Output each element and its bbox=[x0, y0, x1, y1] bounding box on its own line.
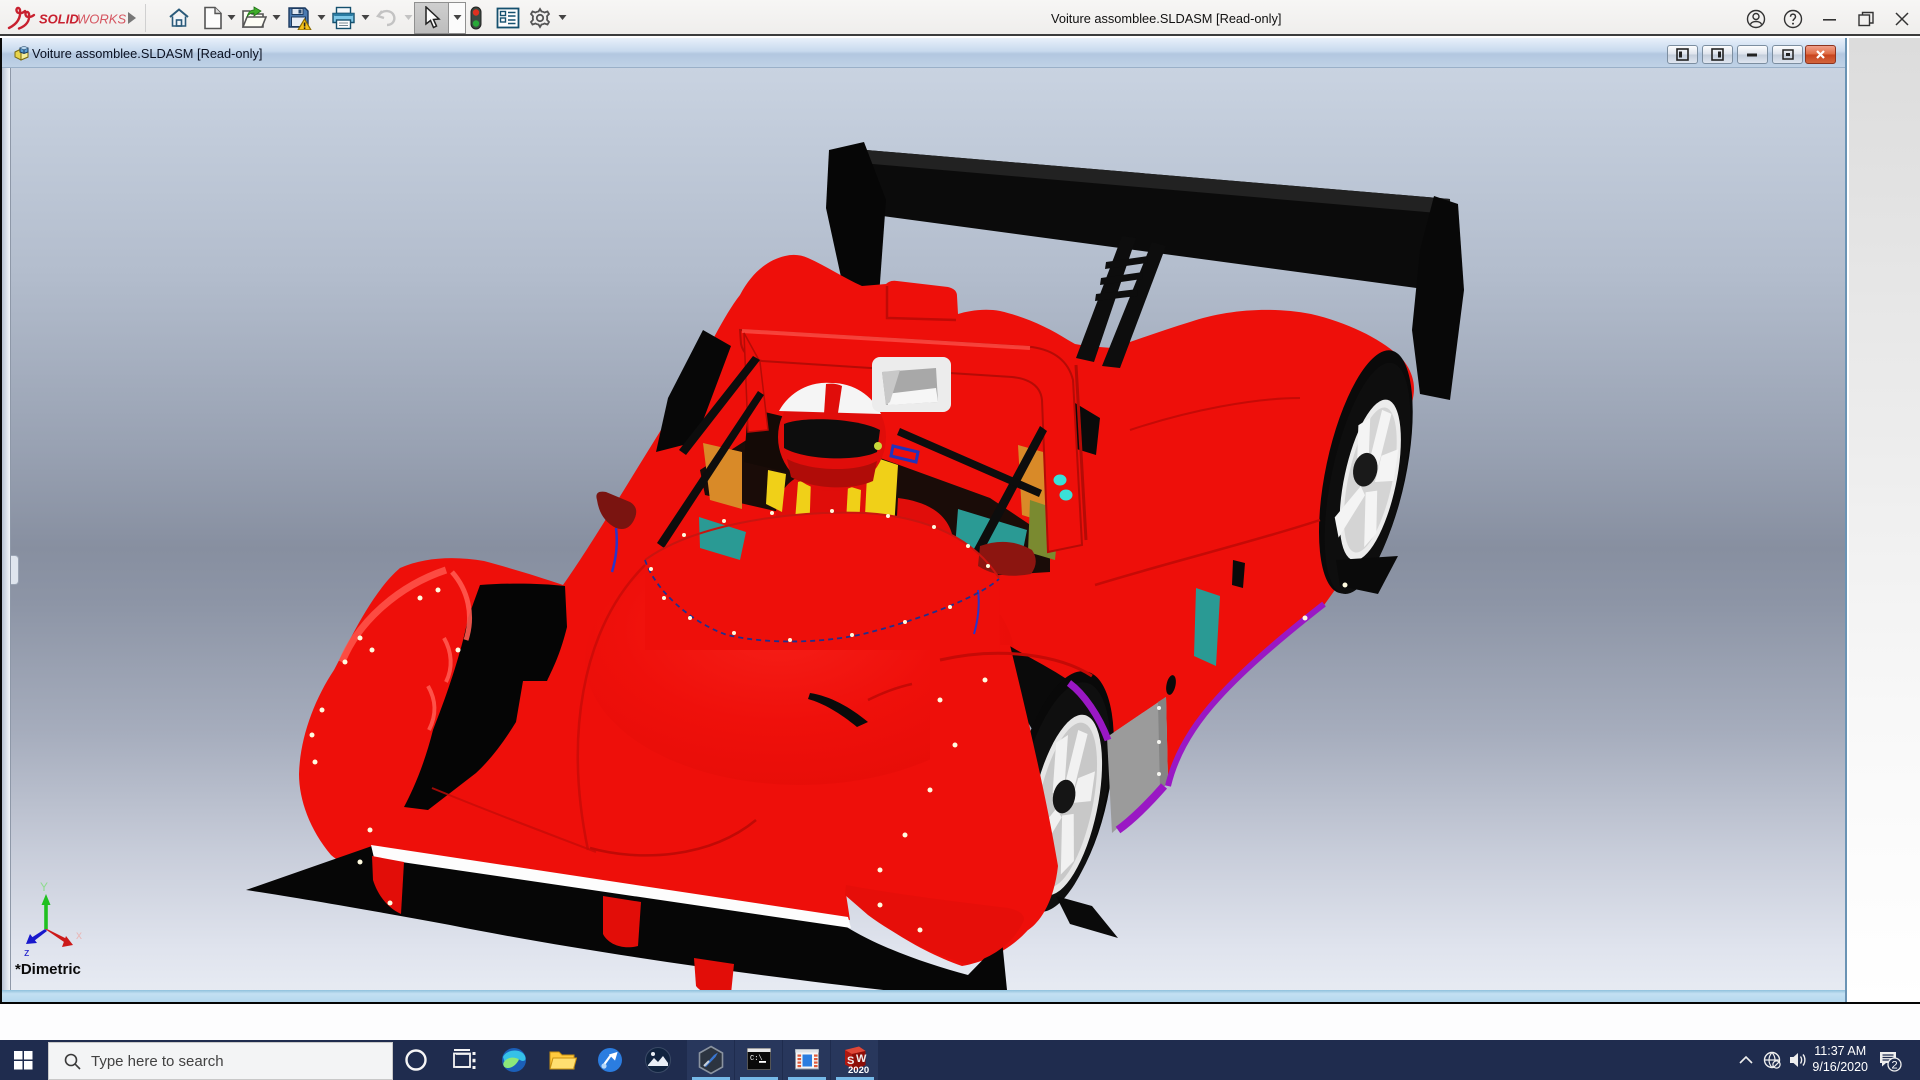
svg-text:x: x bbox=[76, 928, 82, 942]
svg-text:W: W bbox=[856, 1053, 867, 1065]
svg-text:z: z bbox=[24, 947, 30, 956]
svg-text:Y: Y bbox=[40, 881, 48, 894]
svg-text:2: 2 bbox=[1891, 1060, 1897, 1072]
svg-text:SOLID: SOLID bbox=[39, 12, 79, 27]
svg-text:WORKS: WORKS bbox=[77, 12, 126, 27]
svg-text:2020: 2020 bbox=[848, 1065, 869, 1076]
